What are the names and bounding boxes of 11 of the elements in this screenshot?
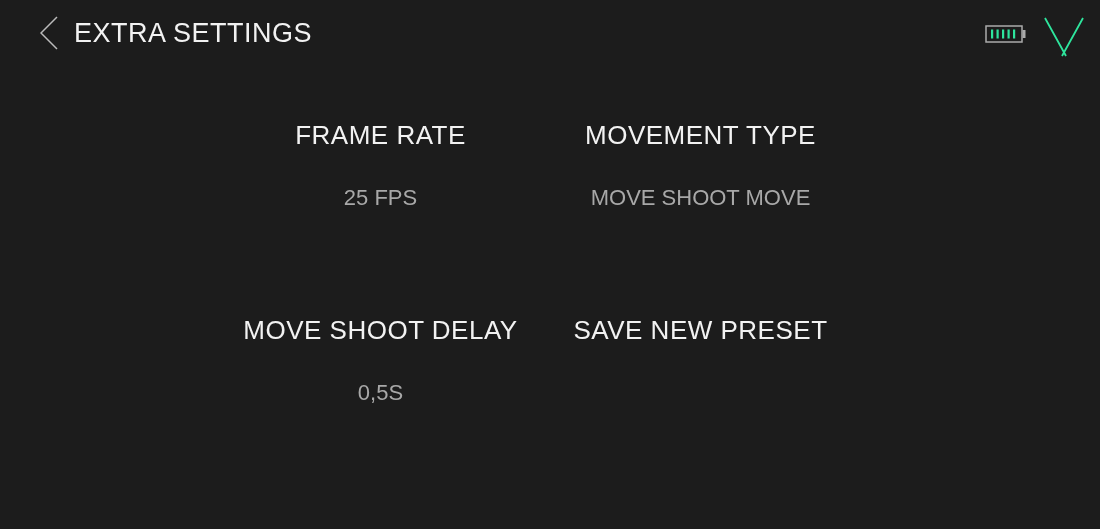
setting-value: 25 FPS (343, 185, 418, 211)
confirm-icon[interactable] (1044, 17, 1084, 57)
battery-icon (985, 25, 1026, 43)
setting-button[interactable]: FRAME RATE (295, 120, 466, 151)
setting-button[interactable]: SAVE NEW PRESET (573, 315, 828, 346)
setting-button[interactable]: MOVEMENT TYPE (585, 120, 816, 151)
setting-value: MOVE SHOOT MOVE (590, 185, 811, 211)
setting-button[interactable]: MOVE SHOOT DELAY (243, 315, 518, 346)
back-icon[interactable] (40, 16, 58, 50)
page-title: EXTRA SETTINGS (74, 17, 313, 49)
setting-value: 0,5S (357, 380, 404, 406)
